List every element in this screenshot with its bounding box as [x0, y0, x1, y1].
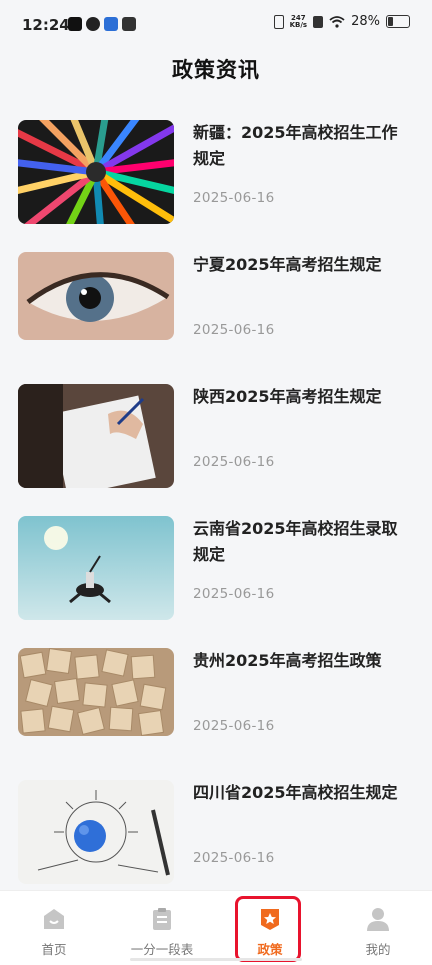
article-date: 2025-06-16 — [193, 454, 275, 470]
nav-profile[interactable]: 我的 — [324, 891, 432, 965]
list-item[interactable]: 贵州2025年高考招生政策 2025-06-16 — [18, 638, 414, 742]
article-title: 宁夏2025年高考招生规定 — [193, 255, 382, 274]
thumbnail-jump — [18, 516, 174, 620]
net-speed: 247 KB/s — [289, 14, 308, 29]
article-title: 贵州2025年高考招生政策 — [193, 651, 382, 670]
app-notification-icon — [104, 17, 118, 31]
tiktok-icon — [68, 17, 82, 31]
nav-label: 一分一段表 — [130, 942, 194, 957]
nav-home[interactable]: 首页 — [0, 891, 108, 965]
user-icon — [367, 908, 389, 931]
thumbnail-eye — [18, 252, 174, 340]
nav-label: 首页 — [41, 942, 67, 957]
article-date: 2025-06-16 — [193, 850, 275, 866]
app-notification-icon — [86, 17, 100, 31]
page-title: 政策资讯 — [172, 58, 260, 82]
status-time: 12:24 — [22, 16, 70, 34]
nav-score-table[interactable]: 一分一段表 — [108, 891, 216, 965]
article-title: 云南省2025年高校招生录取规定 — [193, 519, 398, 564]
thumbnail-tiles — [18, 648, 174, 736]
net-speed-unit: KB/s — [289, 20, 308, 29]
highlight-box — [235, 896, 301, 962]
article-date: 2025-06-16 — [193, 718, 275, 734]
colored-pencils-image — [18, 120, 174, 224]
nav-label: 我的 — [365, 942, 391, 957]
hand-writing-image — [18, 384, 174, 488]
list-item[interactable]: 四川省2025年高校招生规定 2025-06-16 — [18, 770, 414, 884]
article-date: 2025-06-16 — [193, 322, 275, 338]
list-item[interactable]: 陕西2025年高考招生规定 2025-06-16 — [18, 374, 414, 488]
article-date: 2025-06-16 — [193, 586, 275, 602]
eye-closeup-image — [18, 252, 174, 340]
list-item[interactable]: 宁夏2025年高考招生规定 2025-06-16 — [18, 242, 414, 346]
thumbnail-colored-pencils — [18, 120, 174, 224]
thumbnail-sketch — [18, 780, 174, 884]
letter-tiles-image — [18, 648, 174, 736]
article-date: 2025-06-16 — [193, 190, 275, 206]
article-title: 四川省2025年高校招生规定 — [193, 783, 398, 802]
vibrate-icon — [273, 14, 284, 29]
list-item[interactable]: 云南省2025年高校招生录取规定 2025-06-16 — [18, 506, 414, 620]
clipboard-icon — [153, 908, 171, 930]
list-item[interactable]: 新疆：2025年高校招生工作规定 2025-06-16 — [18, 110, 414, 224]
status-right: 247 KB/s 28% — [273, 14, 410, 29]
home-icon — [44, 909, 64, 929]
sim-icon — [313, 15, 324, 28]
thumbnail-writing — [18, 384, 174, 488]
wifi-icon — [329, 15, 345, 28]
home-indicator — [130, 958, 302, 961]
status-bar: 12:24 247 KB/s 28% — [0, 0, 432, 48]
battery-percent: 28% — [351, 14, 380, 29]
battery-icon — [386, 15, 410, 28]
article-title: 陕西2025年高考招生规定 — [193, 387, 382, 406]
bottom-nav: 首页 一分一段表 政策 我的 — [0, 890, 432, 965]
app-notification-icon — [122, 17, 136, 31]
sketch-lightbulb-image — [18, 780, 174, 884]
article-title: 新疆：2025年高校招生工作规定 — [193, 123, 398, 168]
jumping-person-image — [18, 516, 174, 620]
